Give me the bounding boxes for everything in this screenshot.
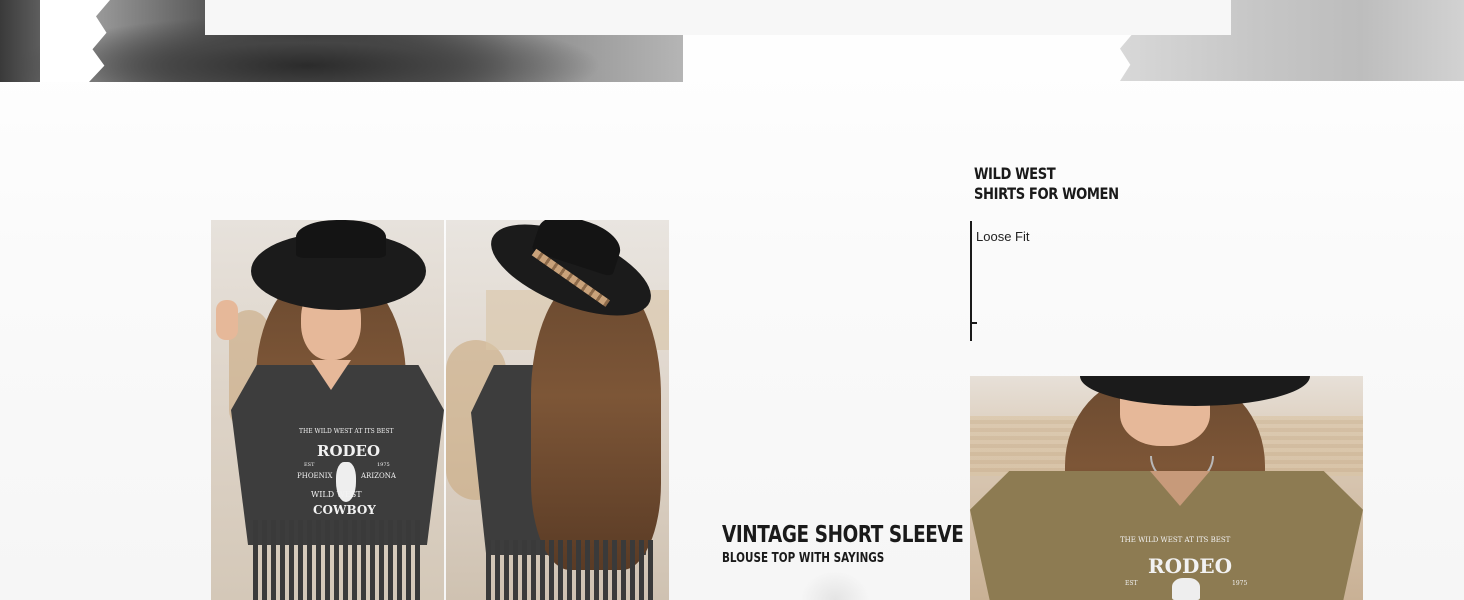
print-est-right: 1975 bbox=[1232, 580, 1248, 587]
top-banner bbox=[0, 0, 1464, 82]
print-title: RODEO bbox=[1148, 554, 1233, 578]
print-est-right: 1975 bbox=[377, 462, 390, 468]
heading-line-1: WILD WEST bbox=[974, 164, 1056, 183]
hat-crown bbox=[296, 220, 386, 258]
print-est-left: EST bbox=[1125, 580, 1138, 587]
tee-fringe bbox=[253, 520, 423, 600]
feature-label-loose-fit: Loose Fit bbox=[976, 229, 1030, 244]
product-photo-back bbox=[446, 220, 669, 600]
heading-line-2: BLOUSE TOP WITH SAYINGS bbox=[722, 551, 885, 566]
product-detail-page: WILD WEST SHIRTS FOR WOMEN Loose Fit THE… bbox=[0, 0, 1464, 600]
print-arc-text: THE WILD WEST AT ITS BEST bbox=[1120, 536, 1231, 544]
product-photo-front: THE WILD WEST AT ITS BEST RODEO EST 1975… bbox=[211, 220, 444, 600]
print-state: ARIZONA bbox=[361, 472, 396, 480]
print-line-3: COWBOY bbox=[313, 503, 376, 517]
section-heading-vintage: VINTAGE SHORT SLEEVE BLOUSE TOP WITH SAY… bbox=[722, 522, 964, 567]
print-title: RODEO bbox=[317, 442, 381, 460]
section-heading-wild-west: WILD WEST SHIRTS FOR WOMEN bbox=[974, 164, 1119, 204]
bull-skull-icon bbox=[1172, 578, 1200, 600]
heading-line-1: VINTAGE SHORT SLEEVE bbox=[722, 522, 964, 548]
faded-background-shape bbox=[800, 570, 870, 600]
feature-bracket-tick bbox=[970, 322, 977, 324]
raised-hand bbox=[216, 300, 238, 340]
print-arc-text: THE WILD WEST AT ITS BEST bbox=[299, 428, 394, 435]
tee-fringe bbox=[486, 540, 656, 600]
banner-overlay-panel bbox=[205, 0, 1231, 35]
print-line-2: WILD WEST bbox=[311, 490, 362, 499]
product-photo-olive: THE WILD WEST AT ITS BEST RODEO EST 1975 bbox=[970, 376, 1363, 600]
long-hair bbox=[531, 280, 661, 570]
banner-torn-edge bbox=[40, 0, 110, 82]
print-est-left: EST bbox=[304, 462, 315, 468]
heading-line-2: SHIRTS FOR WOMEN bbox=[974, 184, 1119, 203]
print-city: PHOENIX bbox=[297, 472, 333, 480]
